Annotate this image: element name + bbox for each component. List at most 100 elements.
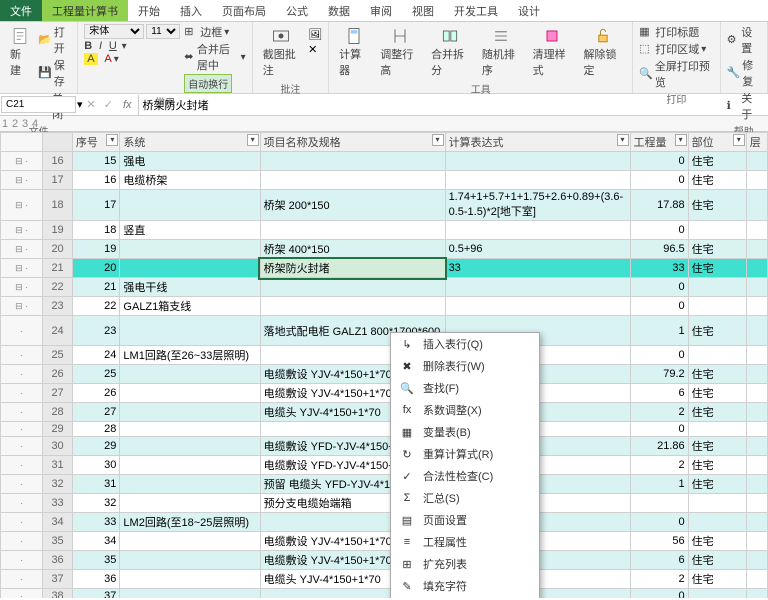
border-button[interactable]: ⊞边框▾ <box>184 24 245 40</box>
tab-design[interactable]: 设计 <box>508 0 550 21</box>
table-row[interactable]: ·2524LM1回路(至26~33层照明)0 <box>1 346 768 365</box>
menu-icon: ✖ <box>399 358 415 374</box>
name-box[interactable] <box>1 96 76 113</box>
table-row[interactable]: ·3332预分支电缆始端箱 <box>1 494 768 513</box>
table-row[interactable]: ·38370 <box>1 589 768 599</box>
cancel-formula-icon[interactable]: ✕ <box>83 98 100 111</box>
border-icon: ⊞ <box>184 25 198 39</box>
tab-view[interactable]: 视图 <box>402 0 444 21</box>
table-row[interactable]: ⊟ ·1817桥架 200*1501.74+1+5.7+1+1.75+2.6+0… <box>1 190 768 221</box>
repair-button[interactable]: 🔧修复 <box>727 57 761 89</box>
table-row[interactable]: ·2423落地式配电柜 GALZ1 800*1700*6001住宅 <box>1 316 768 346</box>
col-floor[interactable]: 层 <box>746 133 767 152</box>
spreadsheet-grid[interactable]: 序号▾ 系统▾ 项目名称及规格▾ 计算表达式▾ 工程量▾ 部位▾ 层 ⊟ ·16… <box>0 132 768 598</box>
table-row[interactable]: ⊟ ·1716电缆桥架0住宅 <box>1 171 768 190</box>
table-row[interactable]: ·29280 <box>1 422 768 437</box>
context-menu-item[interactable]: ⊞扩充列表 <box>391 553 539 575</box>
image-icon[interactable]: 🖼 <box>308 28 322 42</box>
context-menu-item[interactable]: ✎填充字符 <box>391 575 539 597</box>
context-menu-item[interactable]: fx系数调整(X) <box>391 399 539 421</box>
table-row[interactable]: ·2827电缆头 YJV-4*150+1*702住宅 <box>1 403 768 422</box>
new-button[interactable]: 新建 <box>6 24 34 80</box>
context-menu-item[interactable]: ▤页面设置 <box>391 509 539 531</box>
col-item[interactable]: 项目名称及规格▾ <box>260 133 445 152</box>
context-menu-item[interactable]: ↻重算计算式(R) <box>391 443 539 465</box>
table-row[interactable]: ·3534电缆敷设 YJV-4*150+1*703.9+50+0.556住宅 <box>1 532 768 551</box>
context-menu-item[interactable]: ▦变量表(B) <box>391 421 539 443</box>
context-menu-item[interactable]: ≡工程属性 <box>391 531 539 553</box>
tab-dev[interactable]: 开发工具 <box>444 0 508 21</box>
table-row[interactable]: ⊟ ·2322GALZ1箱支线0 <box>1 297 768 316</box>
tab-home[interactable]: 开始 <box>128 0 170 21</box>
filter-icon[interactable]: ▾ <box>432 134 444 146</box>
context-menu-item[interactable]: ✂截图批注 <box>391 597 539 598</box>
name-bar: ▾ ✕ ✓ fx 桥架防火封堵 <box>0 94 768 116</box>
open-button[interactable]: 📂打开 <box>38 24 71 56</box>
context-menu-item[interactable]: ↳插入表行(Q) <box>391 333 539 355</box>
font-color-row[interactable]: A A▾ <box>84 53 180 65</box>
tab-formula[interactable]: 公式 <box>276 0 318 21</box>
calculator-button[interactable]: 计算器 <box>335 24 372 80</box>
col-system[interactable]: 系统▾ <box>120 133 260 152</box>
tab-file[interactable]: 文件 <box>0 0 42 21</box>
context-menu-item[interactable]: Σ汇总(S) <box>391 487 539 509</box>
tab-data[interactable]: 数据 <box>318 0 360 21</box>
filter-icon[interactable]: ▾ <box>106 134 118 146</box>
table-row[interactable]: ·3736电缆头 YJV-4*150+1*702住宅 <box>1 570 768 589</box>
clear-icon[interactable]: ✕ <box>308 43 322 57</box>
table-row[interactable]: ⊟ ·1918竖直0 <box>1 221 768 240</box>
table-row[interactable]: ⊟ ·2019桥架 400*1500.5+9696.5住宅 <box>1 240 768 259</box>
table-row[interactable]: ·3029电缆敷设 YFD-YJV-4*150+15+1.5+0.8621.86… <box>1 437 768 456</box>
tab-insert[interactable]: 插入 <box>170 0 212 21</box>
table-row[interactable]: ·3130电缆敷设 YFD-YJV-4*150+12住宅 <box>1 456 768 475</box>
context-menu-item[interactable]: ✖删除表行(W) <box>391 355 539 377</box>
print-title-button[interactable]: ▦打印标题 <box>639 24 713 40</box>
menu-icon: Σ <box>399 490 415 506</box>
table-row[interactable]: ·3433LM2回路(至18~25层照明)0 <box>1 513 768 532</box>
table-row[interactable]: ·3231预留 电缆头 YFD-YJV-4*150+11住宅 <box>1 475 768 494</box>
clean-style-button[interactable]: 清理样式 <box>529 24 576 80</box>
context-menu-item[interactable]: ✓合法性检查(C) <box>391 465 539 487</box>
table-row[interactable]: ·3635电缆敷设 YJV-4*150+1*705+1.5*26住宅 <box>1 551 768 570</box>
tab-review[interactable]: 审阅 <box>360 0 402 21</box>
table-row[interactable]: ⊟ ·2120桥架防火封堵3333住宅 <box>1 259 768 278</box>
random-sort-button[interactable]: 随机排序 <box>478 24 525 80</box>
tab-calc-book[interactable]: 工程量计算书 <box>42 0 128 21</box>
filter-icon[interactable]: ▾ <box>675 134 687 146</box>
font-style-row[interactable]: B I U ▾ <box>84 40 180 52</box>
table-row[interactable]: ·2726电缆敷设 YJV-4*150+1*705+1.5*26住宅 <box>1 384 768 403</box>
merge-split-button[interactable]: 合并拆分 <box>427 24 474 80</box>
filter-icon[interactable]: ▾ <box>617 134 629 146</box>
ribbon: 新建 📂打开 💾保存 ✖关闭 文件 宋体11 B I U ▾ A A▾ ⊞边框▾… <box>0 22 768 94</box>
col-qty[interactable]: 工程量▾ <box>630 133 688 152</box>
filter-icon[interactable]: ▾ <box>247 134 259 146</box>
outline-bar[interactable]: 1234 <box>0 116 768 132</box>
save-button[interactable]: 💾保存 <box>38 57 71 89</box>
table-row[interactable]: ⊟ ·1615强电0住宅 <box>1 152 768 171</box>
menu-icon: ✓ <box>399 468 415 484</box>
tab-layout[interactable]: 页面布局 <box>212 0 276 21</box>
confirm-formula-icon[interactable]: ✓ <box>100 98 117 111</box>
screenshot-annot-button[interactable]: 截图批注 <box>259 24 304 80</box>
unlock-button[interactable]: 解除锁定 <box>579 24 626 80</box>
filter-icon[interactable]: ▾ <box>733 134 745 146</box>
merge-center-button[interactable]: ⬌合并后居中▾ <box>184 41 245 73</box>
menu-icon: ▤ <box>399 512 415 528</box>
autowrap-button[interactable]: 自动换行 <box>184 74 232 93</box>
print-preview-button[interactable]: 🔍全屏打印预览 <box>639 58 713 90</box>
formula-bar[interactable]: 桥架防火封堵 <box>138 95 768 115</box>
col-part[interactable]: 部位▾ <box>688 133 746 152</box>
col-seq[interactable]: 序号▾ <box>72 133 120 152</box>
table-row[interactable]: ⊟ ·2221强电干线0 <box>1 278 768 297</box>
print-area-button[interactable]: ⬚打印区域▾ <box>639 41 713 57</box>
menu-icon: ↻ <box>399 446 415 462</box>
fx-icon[interactable]: fx <box>117 99 138 111</box>
font-name-select[interactable]: 宋体 <box>84 24 144 39</box>
col-expr[interactable]: 计算表达式▾ <box>445 133 630 152</box>
settings-button[interactable]: ⚙设置 <box>727 24 761 56</box>
print-area-icon: ⬚ <box>639 42 653 56</box>
font-size-select[interactable]: 11 <box>146 24 180 39</box>
context-menu-item[interactable]: 🔍查找(F) <box>391 377 539 399</box>
table-row[interactable]: ·2625电缆敷设 YJV-4*150+1*703.9+73.2+0.579.2… <box>1 365 768 384</box>
row-height-button[interactable]: 调整行高 <box>376 24 423 80</box>
